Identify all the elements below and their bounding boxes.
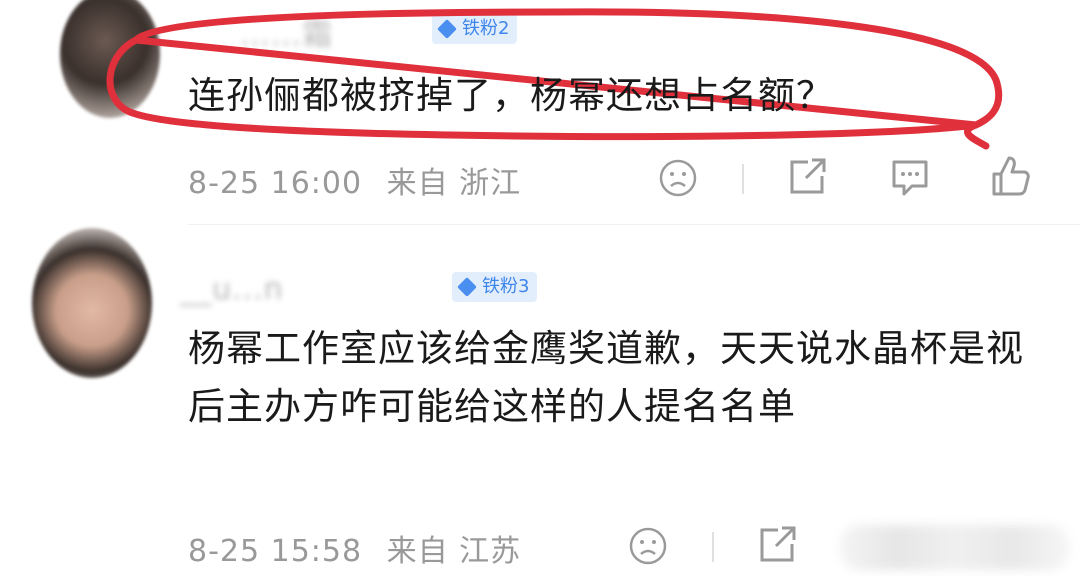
comment-item: ……霜 铁粉2 连孙俪都被挤掉了，杨幂还想占名额？ 8-25 16:00 来自 … <box>0 0 1080 220</box>
username[interactable]: __u...n <box>180 272 284 307</box>
comment-text: 杨幂工作室应该给金鹰奖道歉，天天说水晶杯是视后主办方咋可能给这样的人提名名单 <box>188 327 1024 428</box>
sad-face-icon[interactable] <box>628 526 668 566</box>
divider <box>712 532 714 562</box>
comment-meta: 8-25 15:58 来自 江苏 <box>188 526 535 570</box>
comment-location: 来自 江苏 <box>386 534 522 569</box>
comment-location: 来自 浙江 <box>386 166 522 201</box>
comment-text: 连孙俪都被挤掉了，杨幂还想占名额？ <box>188 74 834 117</box>
blurred-region <box>840 525 1070 570</box>
fan-badge-label: 铁粉3 <box>482 276 530 297</box>
diamond-icon <box>457 277 477 297</box>
share-icon[interactable] <box>786 156 828 198</box>
comment-meta: 8-25 16:00 来自 浙江 <box>188 158 535 202</box>
avatar[interactable] <box>32 228 152 378</box>
fan-badge[interactable]: 铁粉3 <box>452 272 538 302</box>
sad-face-icon[interactable] <box>658 158 698 198</box>
thumbs-up-icon[interactable] <box>990 154 1032 198</box>
divider <box>742 164 744 194</box>
comment-date: 8-25 16:00 <box>188 166 363 201</box>
comment-date: 8-25 15:58 <box>188 534 363 569</box>
comment-item: __u...n 铁粉3 杨幂工作室应该给金鹰奖道歉，天天说水晶杯是视后主办方咋可… <box>0 224 1080 576</box>
share-icon[interactable] <box>756 524 798 566</box>
comment-icon[interactable] <box>888 156 932 198</box>
